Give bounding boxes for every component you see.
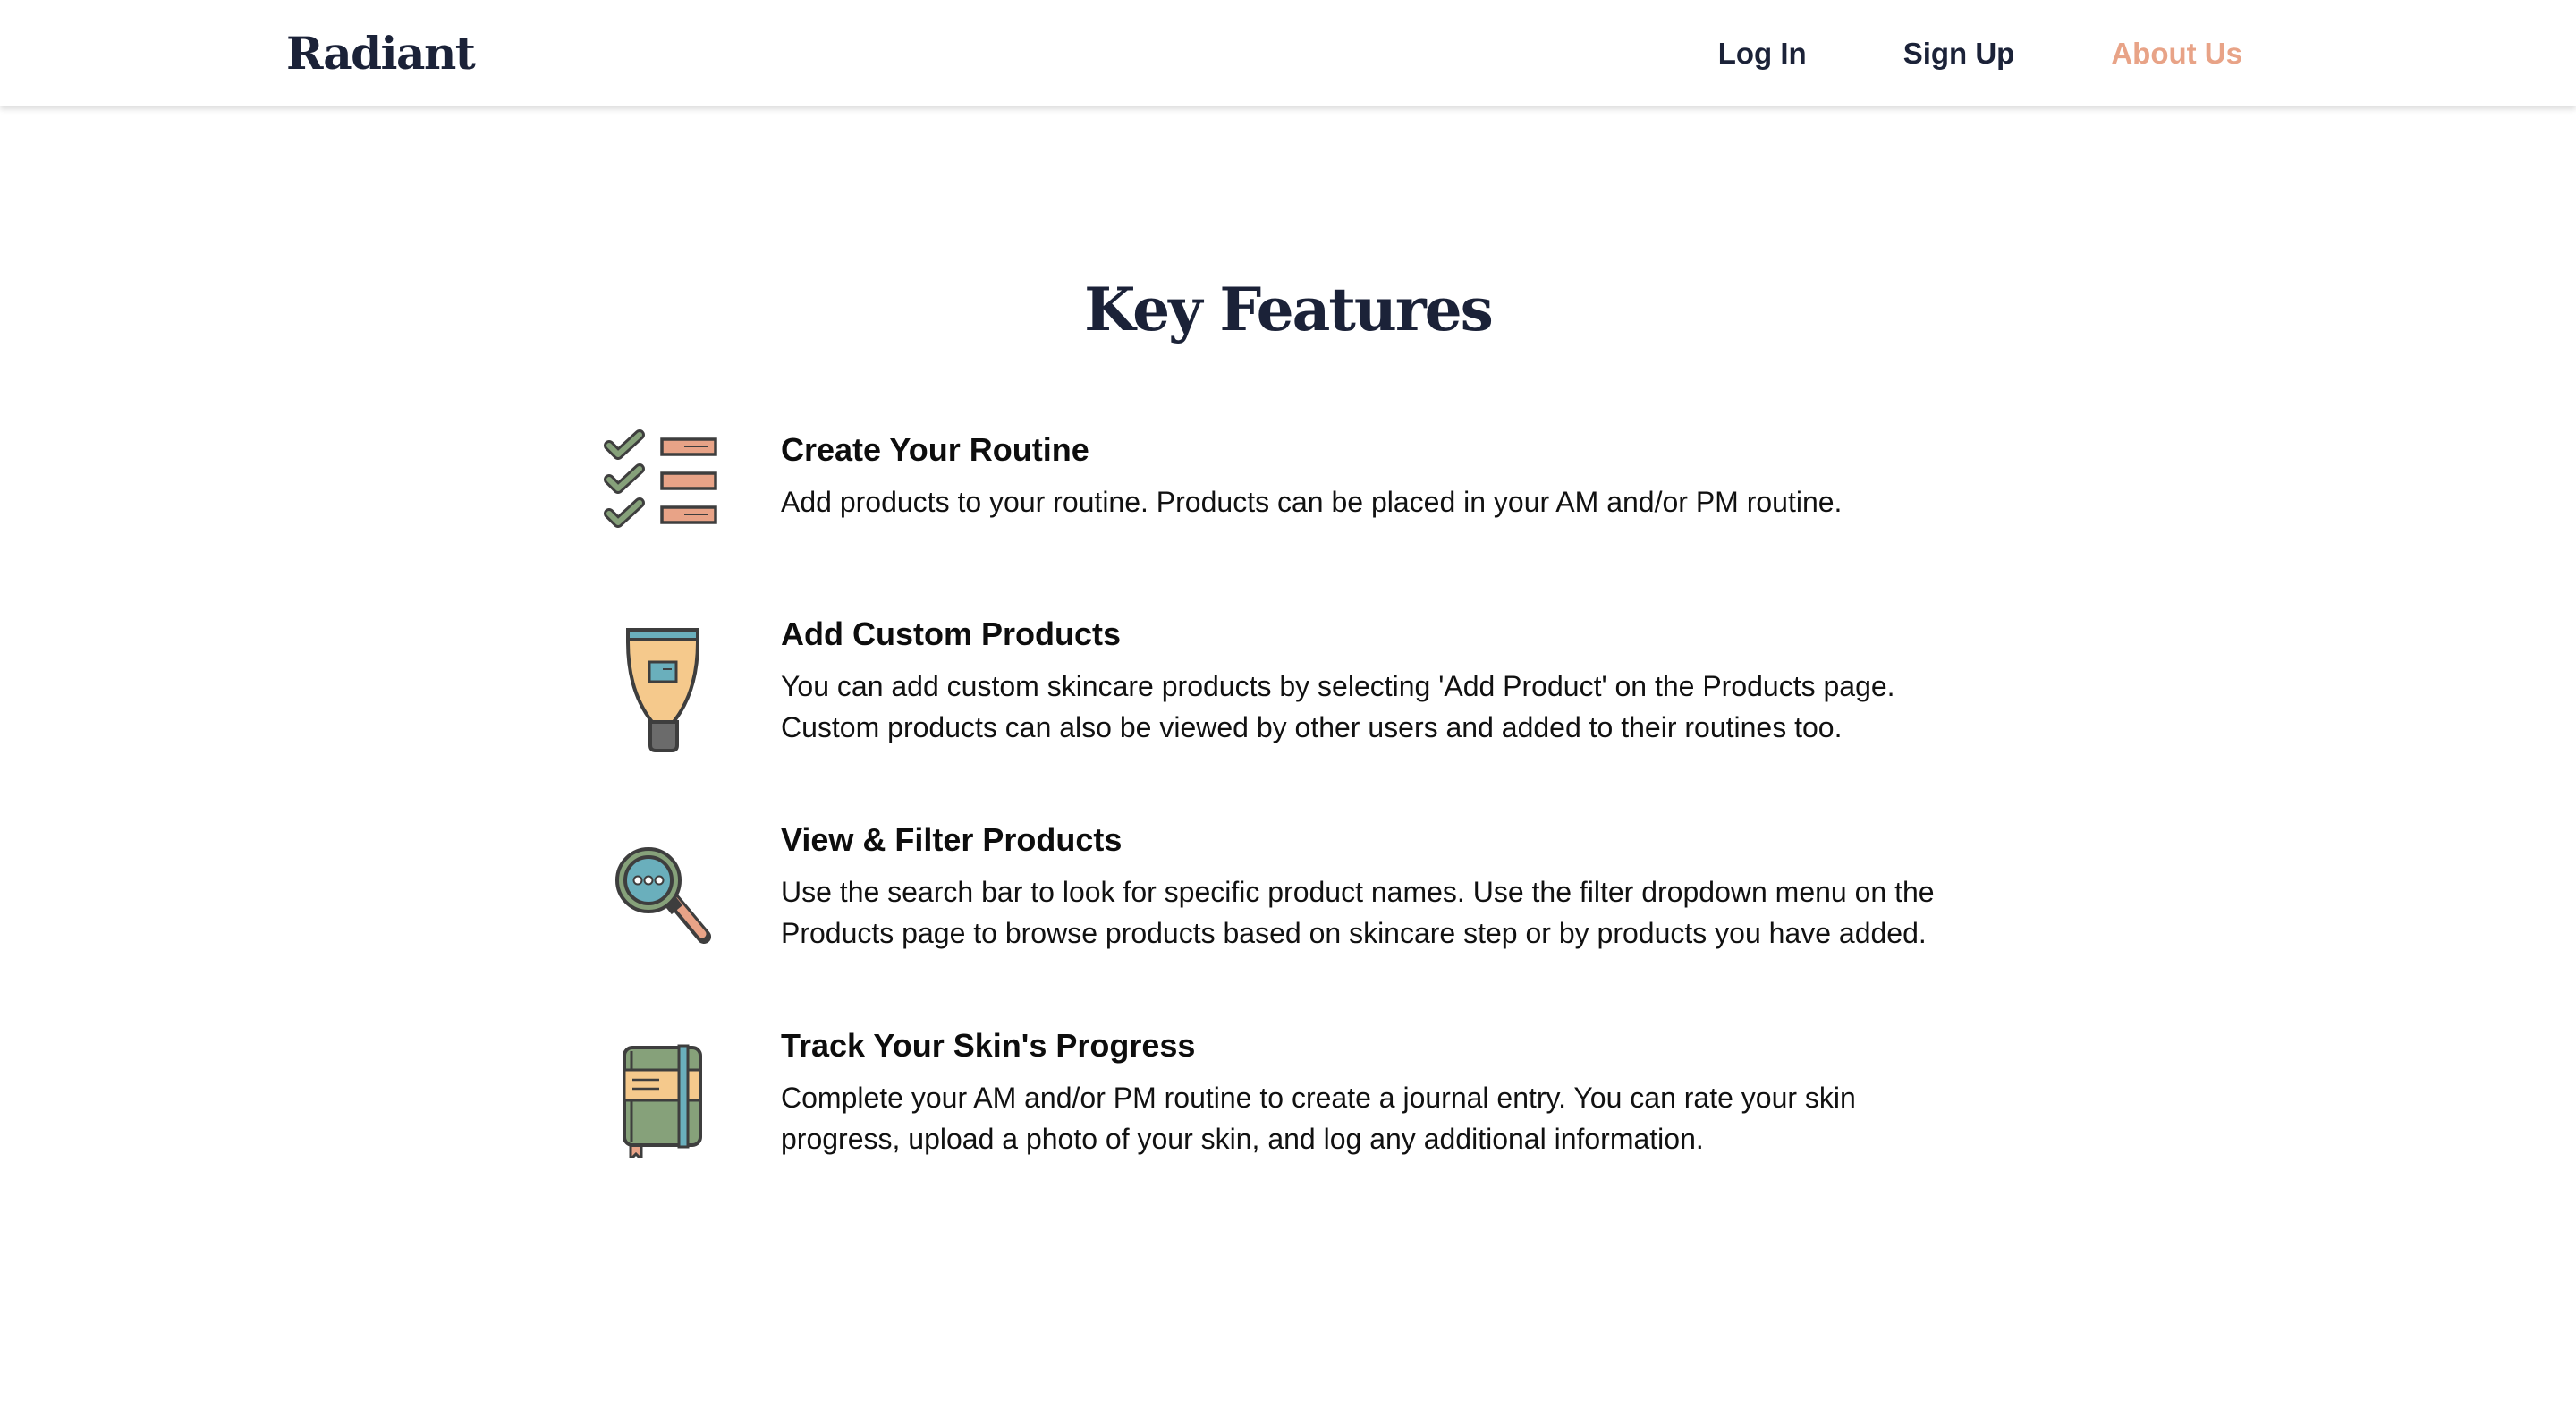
about-us-link[interactable]: About Us [2111,37,2242,71]
checklist-icon [604,428,724,562]
feature-description: Add products to your routine. Products c… [781,486,1843,518]
brand-logo[interactable]: Radiant [286,20,476,88]
feature-text: Add Custom Products You can add custom s… [781,612,2033,748]
feature-text: Create Your Routine Add products to your… [781,428,2033,522]
journal-icon [604,1023,724,1163]
navbar: Radiant Log In Sign Up About Us [0,0,2576,106]
feature-description: Use the search bar to look for specific … [781,876,1935,949]
feature-track-progress: Track Your Skin's Progress Complete your… [604,1023,2035,1167]
magnifier-icon [604,818,724,952]
login-link[interactable]: Log In [1718,37,1807,71]
nav-links: Log In Sign Up About Us [1718,27,2242,81]
feature-title: View & Filter Products [781,821,1123,858]
feature-description: You can add custom skincare products by … [781,670,1895,743]
feature-title: Add Custom Products [781,615,1122,652]
feature-view-filter: View & Filter Products Use the search ba… [604,818,2035,961]
signup-link[interactable]: Sign Up [1903,37,2015,71]
feature-text: View & Filter Products Use the search ba… [781,818,2033,954]
feature-description: Complete your AM and/or PM routine to cr… [781,1082,1856,1155]
feature-create-routine: Create Your Routine Add products to your… [604,428,2035,562]
feature-custom-products: Add Custom Products You can add custom s… [604,612,2035,755]
feature-title: Create Your Routine [781,431,1089,468]
feature-title: Track Your Skin's Progress [781,1027,1196,1064]
feature-text: Track Your Skin's Progress Complete your… [781,1023,2033,1159]
tube-icon [604,612,724,752]
page-title: Key Features [1084,275,1494,344]
